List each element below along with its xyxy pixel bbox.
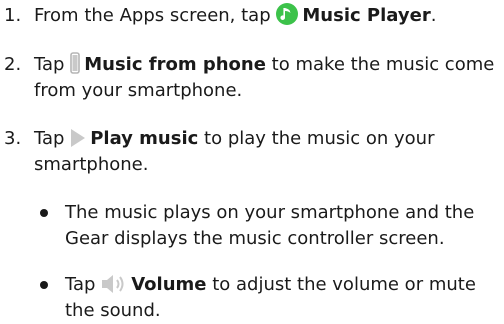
phone-icon [70, 52, 81, 74]
bullet-text-before: Tap [65, 274, 96, 295]
bullet-text: Tap Volume to adjust the volume or mute … [65, 272, 498, 324]
page: { "steps": [ { "number": "1.", "before":… [0, 0, 504, 322]
step-text-after: . [430, 5, 437, 26]
bullet-dot [40, 281, 48, 289]
volume-label: Volume [131, 274, 207, 295]
step-text: From the Apps screen, tap Music Player. [34, 3, 498, 29]
step-text-before: Tap [34, 54, 65, 75]
bullet-dot [40, 209, 48, 217]
volume-icon [102, 275, 124, 293]
play-music-label: Play music [90, 128, 199, 149]
play-icon [71, 129, 86, 147]
step-text: Tap Play music to play the music on your… [34, 126, 498, 178]
music-note-icon [276, 3, 299, 25]
step-number: 3. [4, 128, 22, 149]
music-player-label: Music Player [302, 5, 431, 26]
step-text-before: Tap [34, 128, 65, 149]
music-from-phone-label: Music from phone [84, 54, 266, 75]
bullet-text: The music plays on your smartphone and t… [65, 202, 475, 249]
step-text: Tap Music from phone to make the music c… [34, 52, 498, 104]
step-number: 1. [4, 5, 22, 26]
step-text-before: From the Apps screen, tap [34, 5, 271, 26]
step-number: 2. [4, 54, 22, 75]
